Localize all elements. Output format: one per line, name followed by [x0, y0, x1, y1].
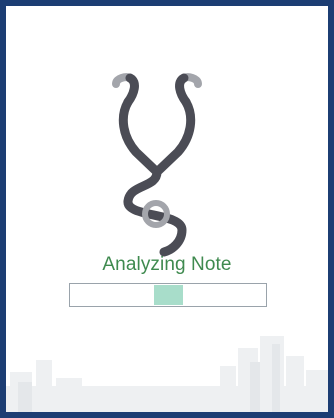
progress-bar [69, 283, 267, 307]
status-label: Analyzing Note [102, 254, 232, 275]
stethoscope-icon [112, 73, 202, 257]
progress-indicator [154, 285, 183, 305]
loading-dialog: Analyzing Note [0, 0, 334, 418]
